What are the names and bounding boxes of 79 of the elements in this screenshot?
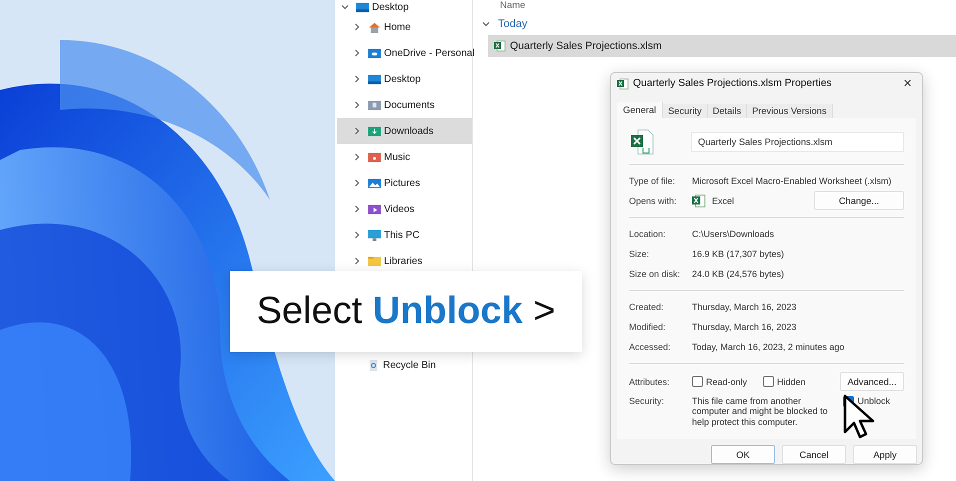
chevron-right-icon[interactable] — [353, 101, 361, 109]
property-value: Microsoft Excel Macro-Enabled Worksheet (.xlsm) — [692, 176, 892, 186]
column-header[interactable]: Name — [500, 0, 956, 11]
property-label: Size on disk: — [629, 268, 682, 279]
tab[interactable]: Previous Versions — [747, 104, 833, 118]
security-message: This file came from another computer and might be blocked to help protect this computer. — [692, 396, 829, 427]
nav-item[interactable]: Documents — [337, 92, 472, 118]
checkbox[interactable] — [763, 376, 774, 388]
property-value: Thursday, March 16, 2023 — [692, 302, 798, 312]
home-icon — [368, 22, 381, 32]
property-value: 24.0 KB (24,576 bytes) — [692, 268, 786, 279]
dialog-button[interactable]: Apply — [853, 445, 917, 464]
property-label: Location: — [629, 228, 667, 239]
chevron-right-icon[interactable] — [353, 257, 361, 265]
recycle-bin-icon — [367, 360, 380, 370]
spreadsheet-app-icon — [692, 194, 706, 208]
property-label: Opens with: — [629, 196, 678, 206]
nav-item[interactable]: This PC — [337, 222, 472, 248]
property-label: Modified: — [629, 322, 667, 332]
pictures-folder-icon — [368, 178, 381, 188]
property-value: Excel — [712, 196, 734, 206]
tab[interactable]: General — [617, 102, 664, 118]
downloads-folder-icon — [368, 126, 381, 136]
nav-item[interactable]: Recycle Bin — [337, 352, 472, 378]
desktop-folder-icon — [368, 74, 381, 84]
tab[interactable]: Details — [708, 104, 748, 118]
monitor-icon — [368, 230, 381, 240]
nav-item[interactable]: Music — [337, 144, 472, 170]
videos-folder-icon — [368, 204, 381, 214]
spreadsheet-file-icon — [494, 40, 506, 52]
dialog-button[interactable]: Cancel — [782, 445, 846, 464]
file-name-field[interactable]: Quarterly Sales Projections.xlsm — [691, 132, 904, 152]
dialog-button[interactable]: OK — [711, 445, 775, 464]
change-button[interactable]: Change... — [814, 191, 904, 210]
nav-item[interactable]: Libraries — [337, 248, 472, 274]
window-title: Quarterly Sales Projections.xlsm Properties — [633, 78, 833, 90]
property-label: Size: — [629, 248, 650, 259]
chevron-right-icon[interactable] — [353, 49, 361, 57]
group-header[interactable]: Today — [482, 13, 956, 35]
desktop-folder-icon — [356, 2, 369, 12]
file-row[interactable]: Quarterly Sales Projections.xlsm — [488, 35, 956, 57]
nav-item[interactable]: Videos — [337, 196, 472, 222]
nav-item[interactable]: Desktop — [337, 0, 472, 14]
property-value: Today, March 16, 2023, 2 minutes ago — [692, 342, 846, 352]
music-folder-icon — [368, 152, 381, 162]
property-label: Type of file: — [629, 176, 676, 186]
checkbox-label: Unblock — [857, 396, 890, 406]
property-label: Accessed: — [629, 342, 672, 352]
nav-item[interactable]: OneDrive - Personal — [337, 40, 472, 66]
property-value: Thursday, March 16, 2023 — [692, 322, 798, 332]
chevron-down-icon[interactable] — [482, 20, 490, 28]
chevron-right-icon[interactable] — [353, 179, 361, 187]
checkbox-label: Hidden — [777, 376, 806, 387]
chevron-right-icon[interactable] — [353, 153, 361, 161]
checkbox-label: Read-only — [706, 376, 748, 387]
property-label: Created: — [629, 302, 665, 312]
chevron-right-icon[interactable] — [353, 75, 361, 83]
instruction-caption: Select Unblock > — [256, 290, 556, 333]
property-value: C:\Users\Downloads — [692, 228, 776, 239]
chevron-right-icon[interactable] — [353, 23, 361, 31]
folder-icon — [368, 48, 381, 58]
checkbox[interactable] — [692, 376, 703, 388]
folder-icon — [368, 256, 381, 266]
tab[interactable]: Security — [663, 104, 708, 118]
advanced-button[interactable]: Advanced... — [840, 372, 904, 392]
nav-item[interactable]: Home — [337, 14, 472, 40]
property-label: Attributes: — [629, 376, 671, 387]
property-value: 16.9 KB (17,307 bytes) — [692, 248, 786, 259]
spreadsheet-file-icon — [617, 78, 629, 90]
chevron-right-icon[interactable] — [353, 127, 361, 135]
chevron-right-icon[interactable] — [353, 205, 361, 213]
documents-folder-icon — [368, 100, 381, 110]
property-label: Security: — [629, 396, 666, 406]
close-button[interactable]: ✕ — [899, 77, 916, 90]
chevron-right-icon[interactable] — [353, 231, 361, 239]
chevron-down-icon[interactable] — [341, 3, 349, 11]
nav-item[interactable]: Pictures — [337, 170, 472, 196]
nav-item[interactable]: Downloads — [337, 118, 472, 144]
nav-item[interactable]: Desktop — [337, 66, 472, 92]
